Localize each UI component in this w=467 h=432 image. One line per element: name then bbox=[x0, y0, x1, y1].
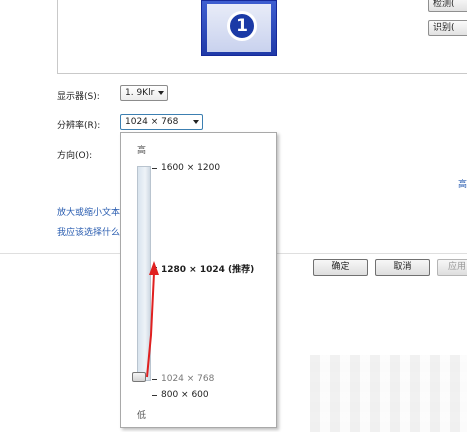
blurred-watermark bbox=[310, 355, 467, 432]
choose-resolution-link[interactable]: 我应该选择什么 bbox=[57, 225, 120, 238]
identify-button[interactable]: 识别( bbox=[428, 20, 467, 36]
advanced-settings-link[interactable]: 高 bbox=[458, 177, 467, 190]
cancel-button[interactable]: 取消 bbox=[375, 259, 430, 276]
chevron-down-icon bbox=[193, 120, 199, 124]
annotation-arrow-icon bbox=[146, 261, 159, 378]
orientation-label: 方向(O): bbox=[57, 151, 93, 161]
apply-button[interactable]: 应用 bbox=[437, 259, 467, 276]
resolution-label: 分辨率(R): bbox=[57, 121, 101, 131]
display-label: 显示器(S): bbox=[57, 92, 100, 102]
resolution-select[interactable]: 1024 × 768 bbox=[120, 114, 203, 130]
monitor-number-badge: 1 bbox=[227, 11, 257, 41]
chevron-down-icon bbox=[158, 91, 164, 95]
monitor-icon[interactable]: 1 bbox=[201, 0, 277, 56]
resolution-dropdown-panel: 高 低 1600 × 1200 1280 × 1024 (推荐) 1024 × … bbox=[120, 132, 277, 428]
display-select[interactable]: 1. 9Klr bbox=[120, 85, 168, 101]
monitor-screen: 1 bbox=[207, 4, 271, 52]
display-select-value: 1. 9Klr bbox=[125, 88, 155, 98]
enlarge-text-link[interactable]: 放大或缩小文本 bbox=[57, 205, 120, 218]
resolution-select-value: 1024 × 768 bbox=[125, 117, 179, 127]
detect-button[interactable]: 检测( bbox=[428, 0, 467, 12]
ok-button[interactable]: 确定 bbox=[313, 259, 368, 276]
